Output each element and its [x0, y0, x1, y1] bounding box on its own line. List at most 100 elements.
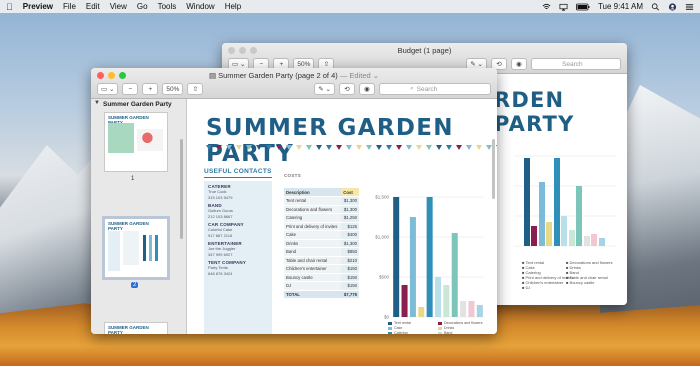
menu-view[interactable]: View [110, 2, 127, 11]
costs-bar-chart: $0 $500 $1,000 $1,500 [375, 195, 484, 320]
menu-list-icon[interactable] [685, 3, 694, 11]
menu-edit[interactable]: Edit [86, 2, 100, 11]
legend-label: Drinks [444, 326, 455, 330]
bunting-flag [236, 145, 242, 150]
cost-amount: $125 [341, 222, 359, 231]
zoom-out-button[interactable]: − [122, 83, 139, 95]
share-button[interactable]: ⇧ [187, 83, 204, 95]
cost-amount: $400 [341, 230, 359, 240]
bunting-flag [276, 145, 282, 150]
bar [426, 197, 433, 317]
apple-menu-icon[interactable]:  [6, 2, 13, 12]
menu-clock[interactable]: Tue 9:41 AM [598, 2, 643, 11]
bar [468, 301, 475, 317]
bunting-flag [226, 145, 232, 150]
menu-go[interactable]: Go [137, 2, 148, 11]
y-tick-label: $0 [384, 315, 390, 320]
thumb-chart [143, 235, 163, 261]
document-title: SUMMER GARDEN PARTY [206, 115, 454, 167]
annotate-button[interactable]: ◉ [359, 83, 375, 95]
menu-window[interactable]: Window [186, 2, 214, 11]
cost-description: Drinks [284, 239, 342, 248]
page-2-number[interactable]: 2 [131, 282, 139, 288]
bunting-flag [206, 145, 212, 150]
table-header: Cost [341, 188, 359, 197]
zoom-in-button[interactable]: + [142, 83, 159, 95]
markup-button[interactable]: ✎ ⌄ [314, 83, 335, 95]
wifi-icon[interactable] [542, 3, 551, 11]
rotate-button[interactable]: ⟲ [339, 83, 355, 95]
app-menu[interactable]: Preview [23, 2, 53, 11]
search-field[interactable]: Search [531, 58, 621, 70]
bunting-decoration [206, 145, 497, 153]
thumb-title: SUMMER GARDEN PARTY [108, 325, 149, 334]
contact-entry: ENTERTAINER Joe the Juggler 347 999 6927 [208, 241, 242, 257]
y-tick-label: $500 [379, 275, 390, 280]
document-icon: ▤ [208, 71, 219, 80]
bunting-flag [426, 145, 432, 150]
annotate-button[interactable]: ◉ [511, 58, 527, 70]
menu-file[interactable]: File [63, 2, 76, 11]
menu-tools[interactable]: Tools [158, 2, 177, 11]
legend-item: Band [438, 331, 488, 334]
thumbnail-sidebar[interactable]: ▼ Summer Garden Party SUMMER GARDEN PART… [91, 99, 187, 334]
bar [451, 233, 458, 317]
airplay-icon[interactable] [559, 3, 568, 11]
search-field[interactable]: ⌕ Search [379, 83, 491, 95]
cost-amount: $150 [341, 264, 359, 274]
document-page: SUMMER GARDEN PARTY USEFUL CONTACTS COST… [188, 99, 497, 334]
cost-description: DJ [284, 281, 342, 291]
bar [401, 285, 408, 317]
page-1-number[interactable]: 1 [131, 176, 134, 182]
table-header: Description [284, 188, 342, 197]
legend-swatch [388, 326, 392, 330]
thumb-image [108, 123, 134, 153]
bunting-flag [406, 145, 412, 150]
page-3-thumbnail[interactable]: SUMMER GARDEN PARTY [105, 323, 167, 334]
contact-entry: BAND Guitum Gurus 212 103 8667 [208, 203, 233, 219]
cost-amount: $1,300 [341, 239, 359, 248]
cost-description: Decorations and flowers [284, 205, 342, 214]
bunting-flag [286, 145, 292, 150]
thumb-image [137, 129, 163, 151]
zoom-level[interactable]: 50% [162, 83, 184, 95]
user-avatar-icon[interactable] [668, 2, 677, 11]
legend-swatch [388, 321, 392, 325]
costs-table: Description Cost Tent rental $1,300 Decora… [284, 188, 359, 299]
bunting-flag [296, 145, 302, 150]
front-titlebar[interactable]: ▤ Summer Garden Party (page 2 of 4) — Ed… [91, 68, 497, 99]
bunting-flag [376, 145, 382, 150]
budget-bar-chart: ■ Tent rental ■ Decorations and flowers ■… [514, 155, 616, 290]
search-icon[interactable] [651, 2, 660, 11]
bunting-flag [496, 145, 497, 150]
table-row: Decorations and flowers $1,300 [284, 205, 359, 214]
cost-description: Catering [284, 213, 342, 223]
battery-icon[interactable] [576, 3, 590, 11]
cost-description: Band [284, 247, 342, 257]
sidebar-scrollbar[interactable] [180, 139, 183, 239]
legend-label: Cake [394, 326, 403, 330]
bar [443, 285, 450, 317]
document-scrollbar[interactable] [492, 139, 495, 199]
svg-text:■ Bouncy castle: ■ Bouncy castle [566, 280, 595, 285]
bunting-flag [366, 145, 372, 150]
menu-help[interactable]: Help [225, 2, 241, 11]
summer-garden-party-window[interactable]: ▤ Summer Garden Party (page 2 of 4) — Ed… [91, 68, 497, 334]
bunting-flag [356, 145, 362, 150]
cost-amount: $1,300 [341, 196, 359, 206]
sidebar-doc-name[interactable]: Summer Garden Party [91, 99, 186, 109]
legend-swatch [438, 326, 442, 330]
bar [460, 301, 467, 317]
page-1-thumbnail[interactable]: SUMMER GARDEN PARTY [105, 113, 167, 171]
table-row: Bouncy castle $150 [284, 273, 359, 282]
page-2-thumbnail[interactable]: SUMMER GARDEN PARTY [105, 219, 167, 277]
table-row: Drinks $1,300 [284, 239, 359, 248]
disclosure-triangle-icon[interactable]: ▼ [94, 100, 100, 106]
sidebar-toggle-button[interactable]: ▭ ⌄ [97, 83, 119, 95]
thumb-table [123, 231, 139, 265]
bunting-flag [216, 145, 222, 150]
contacts-rule [204, 177, 272, 178]
legend-label: Decorations and flowers [444, 321, 483, 325]
contacts-panel: CATERER True Cook 315 103 5479 BAND Guit… [204, 181, 272, 334]
y-tick-label: $1,000 [375, 235, 389, 240]
